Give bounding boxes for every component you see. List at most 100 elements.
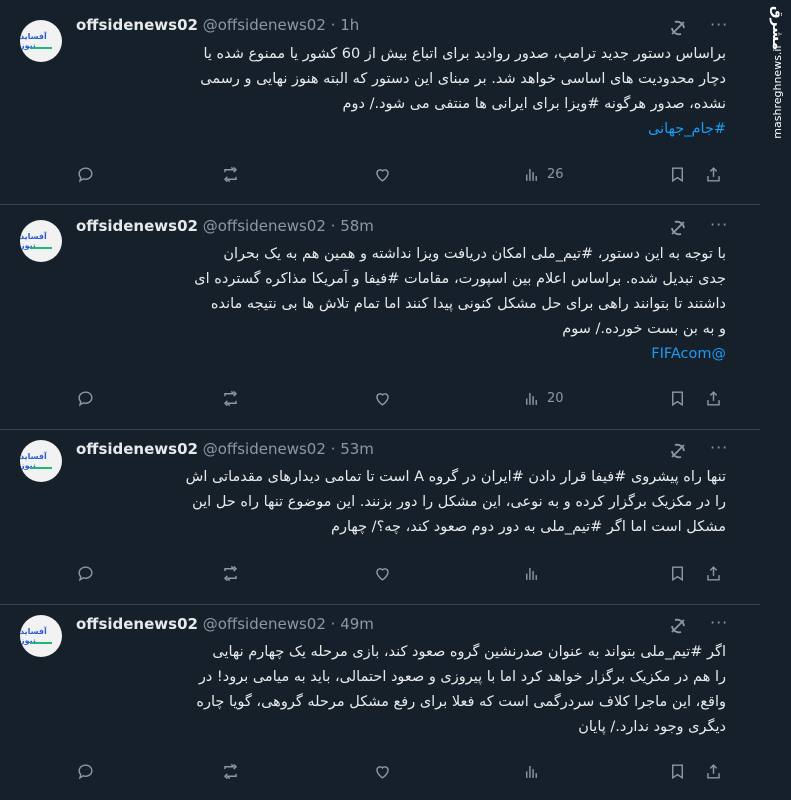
bookmark-icon [672, 391, 683, 407]
retweet-icon [223, 390, 238, 407]
tweet-line: اگر #تیم_ملی بتواند به عنوان صدرنشین گرو… [212, 644, 726, 660]
tweet-line: را هم در مکزیک برگزار خواهد کرد اما با پ… [198, 669, 726, 685]
bookmark-button[interactable] [668, 564, 687, 583]
tweet-actions: 26 [76, 165, 726, 187]
share-icon [707, 764, 720, 779]
retweet-icon [223, 166, 238, 183]
chart-icon [526, 567, 537, 580]
tweet[interactable]: آفساید نیوز offsidenews02 @offsidenews02… [0, 605, 760, 800]
bookmark-button[interactable] [668, 389, 687, 408]
hashtag-link[interactable]: #جام_جهانی [76, 117, 726, 142]
heart-icon [376, 568, 389, 581]
reply-button[interactable] [76, 564, 95, 583]
tweet-actions [76, 762, 726, 784]
bookmark-button[interactable] [668, 165, 687, 184]
view-count: 26 [547, 167, 564, 182]
retweet-button[interactable] [221, 564, 240, 583]
chart-icon [526, 765, 537, 778]
more-options-icon[interactable]: ··· [710, 15, 728, 34]
retweet-button[interactable] [221, 389, 240, 408]
more-options-icon[interactable]: ··· [710, 438, 728, 457]
tweet[interactable]: آفساید نیوز offsidenews02 @offsidenews02… [0, 430, 760, 605]
tweet-text: اگر #تیم_ملی بتواند به عنوان صدرنشین گرو… [76, 640, 726, 740]
tweet-text: براساس دستور جدید ترامپ، صدور روادید برا… [76, 42, 726, 142]
reply-icon [78, 391, 93, 407]
more-options-icon[interactable]: ··· [710, 613, 728, 632]
reply-button[interactable] [76, 389, 95, 408]
tweet-line: نشده، صدور هرگونه #ویزا برای ایرانی ها م… [342, 96, 726, 112]
share-button[interactable] [704, 389, 723, 408]
share-button[interactable] [704, 762, 723, 781]
share-button[interactable] [704, 165, 723, 184]
views-button[interactable]: 20 [522, 389, 564, 408]
display-name[interactable]: offsidenews02 [76, 16, 198, 34]
tweet-header: offsidenews02 @offsidenews02 · 53m [76, 440, 374, 458]
watermark-logo: مشرق [769, 6, 785, 51]
more-options-icon[interactable]: ··· [710, 215, 728, 234]
tweet-line: دیگری وجود ندارد./ پایان [578, 719, 726, 735]
reply-button[interactable] [76, 762, 95, 781]
tweet-actions: 20 [76, 389, 726, 411]
tweet-line: براساس دستور جدید ترامپ، صدور روادید برا… [203, 46, 726, 62]
avatar[interactable]: آفساید نیوز [20, 615, 62, 657]
share-icon [707, 391, 720, 406]
tweet-header: offsidenews02 @offsidenews02 · 58m [76, 217, 374, 235]
retweet-icon [223, 565, 238, 582]
like-button[interactable] [373, 389, 392, 408]
tweet-line: مشکل است اما اگر #تیم_ملی به دور دوم صعو… [331, 519, 726, 535]
reply-icon [78, 764, 93, 780]
share-button[interactable] [704, 564, 723, 583]
bookmark-icon [672, 566, 683, 582]
reply-icon [78, 566, 93, 582]
like-button[interactable] [373, 564, 392, 583]
chart-icon [526, 392, 537, 405]
tweet-text: با توجه به این دستور، #تیم_ملی امکان دری… [76, 242, 726, 367]
share-icon [707, 566, 720, 581]
tweet[interactable]: آفساید نیوز offsidenews02 @offsidenews02… [0, 205, 760, 430]
handle-time[interactable]: @offsidenews02 · 53m [203, 440, 374, 458]
tweet-line: و به بن بست خورده./ سوم [562, 321, 726, 337]
watermark-url: mashreghnews.ir [771, 44, 784, 139]
tweet-header: offsidenews02 @offsidenews02 · 49m [76, 615, 374, 633]
share-icon [707, 167, 720, 182]
tweet-line: واقع، این ماجرا کلاف سردرگمی است که فعلا… [196, 694, 726, 710]
chart-icon [526, 168, 537, 181]
tweet[interactable]: آفساید نیوز offsidenews02 @offsidenews02… [0, 0, 760, 205]
tweet-line: جدی تبدیل شده. براساس اعلام بین اسپورت، … [194, 271, 726, 287]
heart-icon [376, 766, 389, 779]
tweet-line: داشتند تا بتوانند راهی برای حل مشکل کنون… [210, 296, 726, 312]
tweet-actions [76, 564, 726, 586]
grok-icon[interactable] [668, 441, 688, 461]
retweet-button[interactable] [221, 165, 240, 184]
tweet-line: با توجه به این دستور، #تیم_ملی امکان دری… [223, 246, 726, 262]
reply-icon [78, 167, 93, 183]
like-button[interactable] [373, 165, 392, 184]
tweet-line: دچار محدودیت های اساسی خواهد شد. بر مبنا… [200, 71, 726, 87]
tweet-header: offsidenews02 @offsidenews02 · 1h [76, 16, 359, 34]
view-count: 20 [547, 391, 564, 406]
watermark: مشرق mashreghnews.ir [761, 0, 791, 800]
views-button[interactable]: 26 [522, 165, 564, 184]
display-name[interactable]: offsidenews02 [76, 615, 198, 633]
avatar[interactable]: آفساید نیوز [20, 220, 62, 262]
display-name[interactable]: offsidenews02 [76, 440, 198, 458]
views-button[interactable] [522, 762, 547, 781]
grok-icon[interactable] [668, 616, 688, 636]
mention-link[interactable]: @FIFAcom [76, 342, 726, 367]
avatar[interactable]: آفساید نیوز [20, 20, 62, 62]
reply-button[interactable] [76, 165, 95, 184]
like-button[interactable] [373, 762, 392, 781]
display-name[interactable]: offsidenews02 [76, 217, 198, 235]
heart-icon [376, 169, 389, 182]
grok-icon[interactable] [668, 218, 688, 238]
handle-time[interactable]: @offsidenews02 · 1h [203, 16, 360, 34]
views-button[interactable] [522, 564, 547, 583]
handle-time[interactable]: @offsidenews02 · 49m [203, 615, 374, 633]
grok-icon[interactable] [668, 18, 688, 38]
retweet-button[interactable] [221, 762, 240, 781]
retweet-icon [223, 763, 238, 780]
bookmark-button[interactable] [668, 762, 687, 781]
tweet-line: تنها راه پیشروی #فیفا قرار دادن #ایران د… [185, 469, 726, 485]
handle-time[interactable]: @offsidenews02 · 58m [203, 217, 374, 235]
avatar[interactable]: آفساید نیوز [20, 440, 62, 482]
